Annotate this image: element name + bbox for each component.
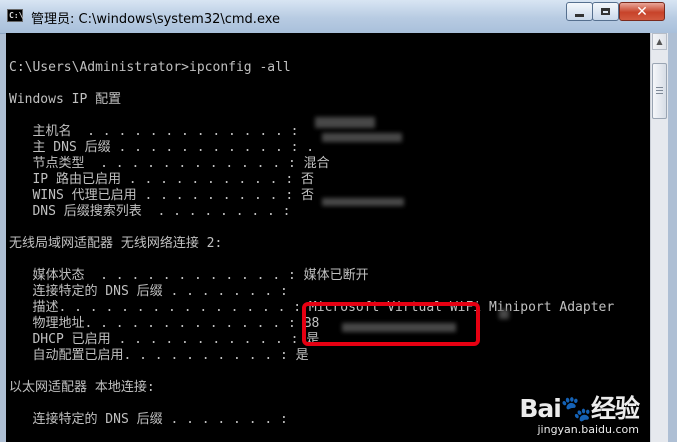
console-line: Windows IP 配置: [9, 92, 122, 107]
console-line: WINS 代理已启用 . . . . . . . . . : 否: [9, 188, 314, 203]
console-line: 自动配置已启用. . . . . . . . . . : 是: [9, 348, 309, 363]
vertical-scrollbar[interactable]: ▲: [650, 33, 668, 442]
console-line: 连接特定的 DNS 后缀 . . . . . . . :: [9, 412, 288, 427]
close-button[interactable]: ✕: [619, 2, 665, 21]
cmd-icon[interactable]: C:\: [7, 9, 23, 22]
redacted-hostname: [315, 117, 375, 128]
console-line: 媒体状态 . . . . . . . . . . . . : 媒体已断开: [9, 268, 369, 283]
console-line: DHCP 已启用 . . . . . . . . . . . : 是: [9, 332, 320, 347]
close-icon: ✕: [636, 3, 648, 20]
console-line: 主机名 . . . . . . . . . . . . . :: [9, 124, 299, 139]
console-output[interactable]: C:\Users\Administrator>ipconfig -all Wind…: [6, 33, 650, 442]
console-line: 节点类型 . . . . . . . . . . . . : 混合: [9, 156, 330, 171]
console-line: 以太网适配器 本地连接:: [9, 380, 155, 395]
maximize-icon: [601, 8, 610, 15]
console-line: 物理地址. . . . . . . . . . . . . : B8: [9, 316, 320, 331]
cmd-icon-text: C:\: [9, 11, 24, 20]
highlight-box: [302, 302, 480, 346]
watermark: Bai🐾经验 jingyan.baidu.com: [519, 394, 640, 437]
minimize-button[interactable]: [566, 2, 593, 21]
console-line: C:\Users\Administrator>ipconfig -all: [9, 60, 291, 75]
console-line: 连接特定的 DNS 后缀 . . . . . . . :: [9, 284, 288, 299]
watermark-url: jingyan.baidu.com: [537, 423, 639, 436]
console-line: 主 DNS 后缀 . . . . . . . . . . . : .: [9, 140, 315, 155]
cmd-window: C:\ 管理员: C:\windows\system32\cmd.exe ✕ C…: [0, 0, 677, 442]
baidu-logo: Bai🐾经验: [519, 394, 640, 423]
redacted-wifi-char: [499, 309, 509, 319]
window-frame: [668, 33, 677, 442]
redacted-search-list: [322, 198, 404, 206]
title-bar[interactable]: C:\ 管理员: C:\windows\system32\cmd.exe ✕: [0, 0, 677, 34]
scroll-up-icon[interactable]: ▲: [652, 33, 667, 50]
maximize-button[interactable]: [592, 2, 619, 21]
console-line: DNS 后缀搜索列表 . . . . . . . . :: [9, 204, 291, 219]
console-line: IP 路由已启用 . . . . . . . . . . : 否: [9, 172, 314, 187]
redacted-dns-suffix: [322, 133, 402, 142]
console-line: 无线局域网适配器 无线网络连接 2:: [9, 236, 223, 251]
scrollbar-thumb[interactable]: [652, 63, 667, 119]
minimize-icon: [575, 13, 584, 17]
window-title: 管理员: C:\windows\system32\cmd.exe: [31, 12, 280, 27]
